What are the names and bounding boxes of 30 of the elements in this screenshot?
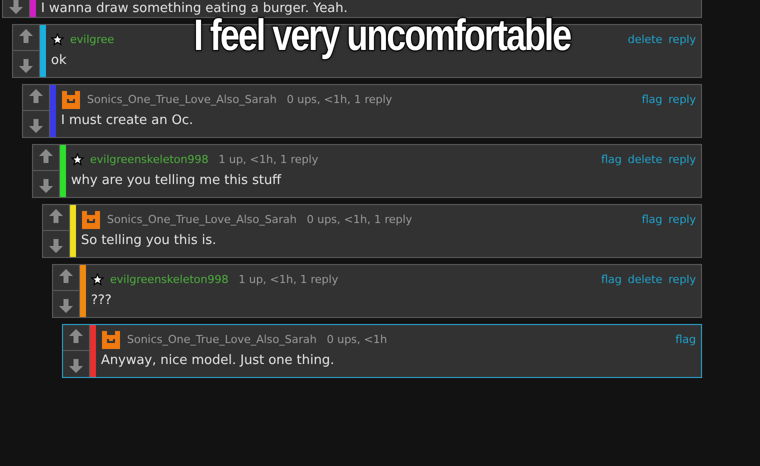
action-link[interactable]: reply [668,32,696,46]
username-link[interactable]: Sonics_One_True_Love_Also_Sarah [107,212,297,226]
comment-text: ??? [91,292,113,310]
action-link[interactable]: delete [628,152,662,166]
action-link[interactable]: reply [668,92,696,106]
username-link[interactable]: evilgree [70,32,114,46]
comment-text: ok [51,52,68,70]
username-link[interactable]: evilgreenskeleton998 [90,152,208,166]
action-link[interactable]: flag [642,92,662,106]
username-link[interactable]: evilgreenskeleton998 [110,272,228,286]
comment-text: Anyway, nice model. Just one thing. [101,352,336,370]
action-link[interactable]: flag [601,152,622,166]
action-link[interactable]: reply [668,212,696,226]
action-link[interactable]: delete [628,32,662,46]
comment-meta: 0 ups, <1h, 1 reply [306,212,412,226]
comment-meta: 1 up, <1h, 1 reply [218,152,318,166]
comment-text: So telling you this is. [81,232,218,250]
action-link[interactable]: flag [601,272,622,286]
action-link[interactable]: flag [675,332,696,346]
comment-meta: 1 up, <1h, 1 reply [238,272,338,286]
action-link[interactable]: reply [668,272,696,286]
action-link[interactable]: delete [628,272,662,286]
comment-text: I must create an Oc. [61,112,194,130]
username-link[interactable]: Sonics_One_True_Love_Also_Sarah [87,92,277,106]
action-link[interactable]: flag [642,212,662,226]
comment-text: why are you telling me this stuff [71,172,282,190]
username-link[interactable]: Sonics_One_True_Love_Also_Sarah [127,332,317,346]
comment-meta: 0 ups, <1h [326,332,388,346]
action-link[interactable]: reply [668,152,696,166]
comment-meta: 0 ups, <1h, 1 reply [286,92,392,106]
